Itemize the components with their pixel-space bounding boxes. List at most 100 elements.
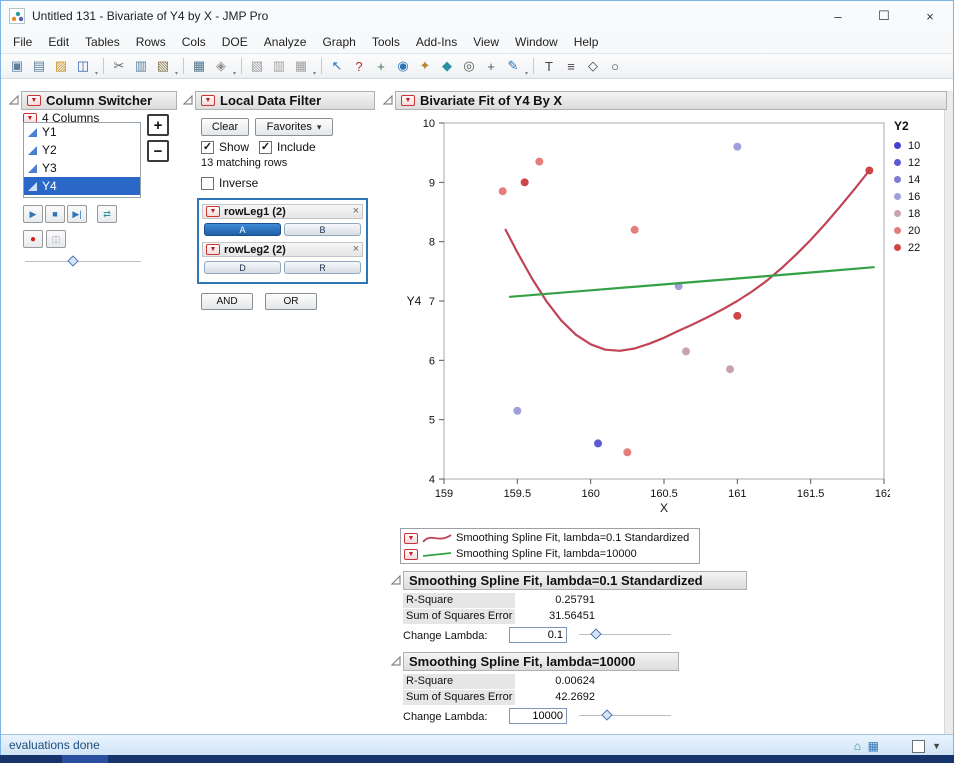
menu-help[interactable]: Help	[566, 32, 607, 53]
inverse-checkbox[interactable]	[201, 176, 214, 190]
maximize-button[interactable]: ☐	[861, 1, 907, 31]
legend-item[interactable]: 16	[894, 188, 946, 205]
data-point[interactable]	[513, 406, 522, 415]
titlebar[interactable]: Untitled 131 - Bivariate of Y4 by X - JM…	[1, 1, 953, 31]
close-icon[interactable]: ×	[353, 206, 359, 217]
paste-special-icon[interactable]: ▧	[247, 56, 267, 76]
disclosure-icon[interactable]	[390, 655, 401, 666]
menu-addins[interactable]: Add-Ins	[408, 32, 465, 53]
menu-file[interactable]: File	[5, 32, 40, 53]
loop-button[interactable]: ⇄	[97, 205, 117, 223]
menu-edit[interactable]: Edit	[40, 32, 77, 53]
new-journal-icon[interactable]: ▣	[7, 56, 27, 76]
menu-cols[interactable]: Cols	[174, 32, 214, 53]
new-data-table-icon[interactable]: ▤	[29, 56, 49, 76]
copy-icon[interactable]: ▥	[131, 56, 151, 76]
favorites-dropdown[interactable]: Favorites	[255, 118, 333, 136]
record-button[interactable]: ●	[23, 230, 43, 248]
help-tool-icon[interactable]: ?	[349, 56, 369, 76]
filter-option-a[interactable]: A	[204, 223, 281, 236]
copy-table-icon[interactable]: ▥	[269, 56, 289, 76]
minimize-button[interactable]: –	[815, 1, 861, 31]
local-data-filter-header[interactable]: ▼ Local Data Filter	[195, 91, 375, 110]
red-triangle-menu-icon[interactable]: ▼	[206, 206, 220, 217]
report-header-spline-10000[interactable]: Smoothing Spline Fit, lambda=10000	[403, 652, 679, 671]
legend-item[interactable]: 22	[894, 239, 946, 256]
crosshair-tool-icon[interactable]: +	[371, 56, 391, 76]
annotate-tool-icon[interactable]: T	[539, 56, 559, 76]
remove-column-button[interactable]: −	[147, 140, 169, 162]
or-button[interactable]: OR	[265, 293, 317, 310]
red-triangle-menu-icon[interactable]: ▼	[404, 532, 418, 544]
clear-button[interactable]: Clear	[201, 118, 249, 136]
lambda-input[interactable]	[509, 627, 567, 643]
data-point[interactable]	[535, 157, 544, 166]
cut-icon[interactable]: ✂	[109, 56, 129, 76]
red-triangle-menu-icon[interactable]: ▼	[401, 95, 415, 106]
add-column-button[interactable]: +	[147, 114, 169, 136]
status-checkbox[interactable]	[912, 735, 925, 757]
filter-option-d[interactable]: D	[204, 261, 281, 274]
menu-graph[interactable]: Graph	[314, 32, 363, 53]
save-icon[interactable]: ◫	[73, 56, 93, 76]
data-point[interactable]	[726, 365, 734, 374]
data-point[interactable]	[594, 439, 602, 448]
data-point[interactable]	[520, 178, 529, 187]
close-button[interactable]: ×	[907, 1, 953, 31]
red-triangle-menu-icon[interactable]: ▼	[27, 95, 41, 106]
menu-analyze[interactable]: Analyze	[256, 32, 315, 53]
data-point[interactable]	[733, 142, 742, 151]
grabber-tool-icon[interactable]: ✦	[415, 56, 435, 76]
disclosure-icon[interactable]	[390, 574, 401, 585]
save-script-button[interactable]: ◫	[46, 230, 66, 248]
status-dropdown-arrow[interactable]: ▼	[932, 735, 941, 757]
disclosure-icon[interactable]	[182, 94, 193, 105]
scatter-plot[interactable]: 159 159.5 160 160.5 161 161.5 162 4 5 6 7 8 9 10 X Y4	[398, 113, 890, 515]
play-button[interactable]: ▶	[23, 205, 43, 223]
menu-tools[interactable]: Tools	[364, 32, 408, 53]
menu-view[interactable]: View	[465, 32, 507, 53]
disclosure-icon[interactable]	[8, 94, 19, 105]
zoom-in-tool-icon[interactable]: +	[481, 56, 501, 76]
oval-tool-icon[interactable]: ○	[605, 56, 625, 76]
filter-option-b[interactable]: B	[284, 223, 361, 236]
stop-button[interactable]: ■	[45, 205, 65, 223]
paste-icon[interactable]: ▧	[153, 56, 173, 76]
and-button[interactable]: AND	[201, 293, 253, 310]
legend-item[interactable]: 20	[894, 222, 946, 239]
lock-icon[interactable]: ◈	[211, 56, 231, 76]
switch-speed-slider[interactable]	[25, 255, 141, 268]
polygon-tool-icon[interactable]: ◇	[583, 56, 603, 76]
show-checkbox[interactable]	[201, 140, 214, 154]
menu-doe[interactable]: DOE	[214, 32, 256, 53]
column-item-y2[interactable]: Y2	[24, 141, 140, 159]
red-triangle-menu-icon[interactable]: ▼	[404, 548, 418, 560]
lambda-input[interactable]	[509, 708, 567, 724]
menu-window[interactable]: Window	[507, 32, 566, 53]
line-tool-icon[interactable]: ≡	[561, 56, 581, 76]
pen-tool-icon[interactable]: ✎	[503, 56, 523, 76]
include-checkbox[interactable]	[259, 140, 272, 154]
layout-icon[interactable]: ▦	[291, 56, 311, 76]
legend-item[interactable]: 10	[894, 137, 946, 154]
brush-tool-icon[interactable]: ◆	[437, 56, 457, 76]
globe-tool-icon[interactable]: ◉	[393, 56, 413, 76]
legend-item[interactable]: 12	[894, 154, 946, 171]
menu-rows[interactable]: Rows	[128, 32, 174, 53]
data-point[interactable]	[623, 448, 632, 457]
step-button[interactable]: ▶|	[67, 205, 87, 223]
data-grid-icon[interactable]: ▦	[868, 735, 879, 757]
bivariate-header[interactable]: ▼ Bivariate Fit of Y4 By X	[395, 91, 947, 110]
red-triangle-menu-icon[interactable]: ▼	[201, 95, 215, 106]
open-icon[interactable]: ▨	[51, 56, 71, 76]
red-triangle-menu-icon[interactable]: ▼	[206, 244, 220, 255]
column-item-y4[interactable]: Y4	[24, 177, 140, 195]
data-point[interactable]	[733, 311, 742, 320]
column-item-y3[interactable]: Y3	[24, 159, 140, 177]
data-point[interactable]	[682, 347, 690, 356]
filter-option-r[interactable]: R	[284, 261, 361, 274]
lambda-slider[interactable]	[579, 709, 671, 722]
column-item-y1[interactable]: Y1	[24, 123, 140, 141]
data-point[interactable]	[498, 187, 507, 196]
disclosure-icon[interactable]	[382, 94, 393, 105]
